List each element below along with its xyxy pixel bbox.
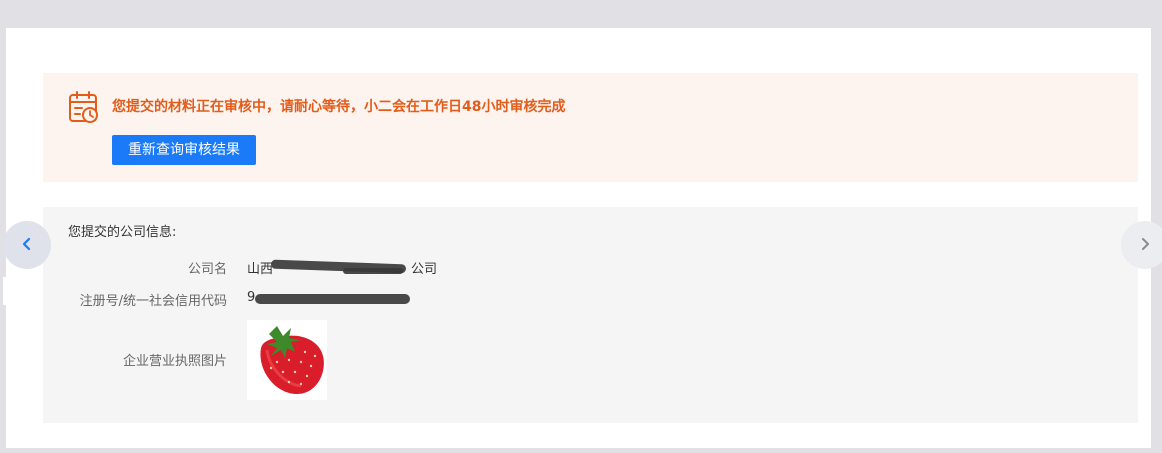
redaction-mark — [255, 294, 410, 304]
business-license-image[interactable] — [247, 320, 327, 400]
chevron-left-icon — [20, 236, 34, 255]
calendar-clock-icon — [68, 90, 100, 124]
company-info-title: 您提交的公司信息: — [68, 225, 177, 240]
review-status-message: 您提交的材料正在审核中，请耐心等待，小二会在工作日48小时审核完成 — [112, 99, 566, 115]
company-info-panel: 您提交的公司信息: 公司名 山西 公司 注册号/统一社会信用代码 9 企业营业执照… — [43, 207, 1138, 423]
recheck-review-result-button[interactable]: 重新查询审核结果 — [112, 135, 256, 165]
strawberry-image — [247, 320, 327, 400]
redaction-mark — [343, 268, 403, 274]
registration-code-label: 注册号/统一社会信用代码 — [79, 294, 227, 309]
company-name-label: 公司名 — [187, 262, 227, 277]
chevron-right-icon — [1138, 236, 1152, 255]
next-button[interactable] — [1121, 221, 1162, 269]
previous-button[interactable] — [3, 221, 51, 269]
business-license-label: 企业营业执照图片 — [122, 354, 227, 369]
company-name-prefix: 山西 — [247, 262, 274, 277]
review-notice-panel: 您提交的材料正在审核中，请耐心等待，小二会在工作日48小时审核完成 重新查询审核… — [43, 73, 1138, 182]
company-name-suffix: 公司 — [411, 262, 438, 277]
